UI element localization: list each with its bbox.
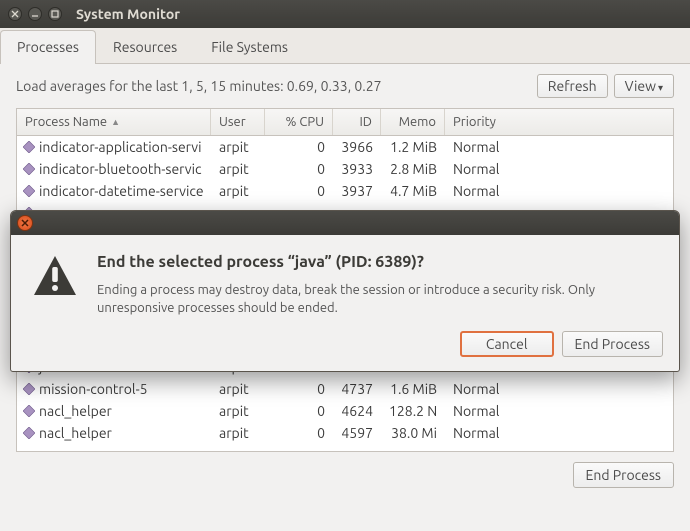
table-row[interactable]: nacl_helperarpit0459738.0 MiNormal xyxy=(17,422,673,444)
dialog-titlebar xyxy=(11,211,679,235)
cell-cpu: 0 xyxy=(265,137,333,157)
column-id[interactable]: ID xyxy=(333,109,381,135)
cell-id: 3966 xyxy=(333,137,381,157)
table-row[interactable]: indicator-bluetooth-servicarpit039332.8 … xyxy=(17,158,673,180)
table-row[interactable]: mission-control-5arpit047371.6 MiBNormal xyxy=(17,378,673,400)
dialog-heading: End the selected process “java” (PID: 63… xyxy=(97,253,659,271)
tab-processes[interactable]: Processes xyxy=(0,30,96,64)
table-header: Process Name▲ User % CPU ID Memo Priorit… xyxy=(17,109,673,136)
tab-resources[interactable]: Resources xyxy=(96,30,194,63)
warning-icon xyxy=(31,253,79,301)
cell-process-name: nacl_helper xyxy=(17,401,211,421)
cell-cpu: 0 xyxy=(265,379,333,399)
cell-id: 3937 xyxy=(333,181,381,201)
window-maximize-button[interactable] xyxy=(48,7,62,21)
cell-memory: 1.6 MiB xyxy=(381,379,445,399)
cell-process-name: indicator-application-servi xyxy=(17,137,211,157)
view-menu-button[interactable]: View▾ xyxy=(614,74,674,98)
cell-cpu: 0 xyxy=(265,401,333,421)
window-close-button[interactable] xyxy=(8,7,22,21)
cell-priority: Normal xyxy=(445,423,673,443)
cell-cpu: 0 xyxy=(265,423,333,443)
cell-id: 4597 xyxy=(333,423,381,443)
cell-memory: 4.7 MiB xyxy=(381,181,445,201)
cell-cpu: 0 xyxy=(265,181,333,201)
window-titlebar: System Monitor xyxy=(0,0,690,28)
dialog-text: End the selected process “java” (PID: 63… xyxy=(97,253,659,317)
tab-file-systems[interactable]: File Systems xyxy=(194,30,305,63)
column-priority[interactable]: Priority xyxy=(445,109,673,135)
column-memory[interactable]: Memo xyxy=(381,109,445,135)
load-averages-label: Load averages for the last 1, 5, 15 minu… xyxy=(16,78,381,94)
cell-priority: Normal xyxy=(445,159,673,179)
cell-process-name: nacl_helper xyxy=(17,423,211,443)
cell-user: arpit xyxy=(211,159,265,179)
cell-memory: 2.8 MiB xyxy=(381,159,445,179)
toolbar: Load averages for the last 1, 5, 15 minu… xyxy=(0,64,690,108)
tab-bar: ProcessesResourcesFile Systems xyxy=(0,28,690,64)
column-process-name[interactable]: Process Name▲ xyxy=(17,109,211,135)
end-process-button[interactable]: End Process xyxy=(573,462,674,488)
footer: End Process xyxy=(0,452,690,498)
cell-user: arpit xyxy=(211,181,265,201)
cell-process-name: indicator-datetime-service xyxy=(17,181,211,201)
cell-id: 3933 xyxy=(333,159,381,179)
dialog-close-button[interactable] xyxy=(17,215,33,231)
cell-user: arpit xyxy=(211,401,265,421)
table-row[interactable]: nacl_helperarpit04624128.2 NNormal xyxy=(17,400,673,422)
column-user[interactable]: User xyxy=(211,109,265,135)
cell-user: arpit xyxy=(211,423,265,443)
dialog-body-text: Ending a process may destroy data, break… xyxy=(97,281,659,317)
cell-memory: 1.2 MiB xyxy=(381,137,445,157)
dialog-cancel-button[interactable]: Cancel xyxy=(460,331,554,357)
cell-priority: Normal xyxy=(445,401,673,421)
cell-process-name: mission-control-5 xyxy=(17,379,211,399)
cell-priority: Normal xyxy=(445,181,673,201)
cell-id: 4737 xyxy=(333,379,381,399)
column-cpu[interactable]: % CPU xyxy=(265,109,333,135)
window-minimize-button[interactable] xyxy=(28,7,42,21)
cell-id: 4624 xyxy=(333,401,381,421)
view-label: View xyxy=(625,78,656,94)
cell-memory: 38.0 Mi xyxy=(381,423,445,443)
confirm-dialog: End the selected process “java” (PID: 63… xyxy=(10,210,680,372)
sort-ascending-icon: ▲ xyxy=(111,117,120,127)
cell-memory: 128.2 N xyxy=(381,401,445,421)
window-title: System Monitor xyxy=(76,6,180,22)
window-controls xyxy=(8,7,62,21)
dialog-confirm-button[interactable]: End Process xyxy=(562,331,663,357)
cell-user: arpit xyxy=(211,137,265,157)
cell-user: arpit xyxy=(211,379,265,399)
cell-process-name: indicator-bluetooth-servic xyxy=(17,159,211,179)
refresh-button[interactable]: Refresh xyxy=(537,74,608,98)
cell-priority: Normal xyxy=(445,137,673,157)
table-row[interactable]: indicator-datetime-servicearpit039374.7 … xyxy=(17,180,673,202)
table-row[interactable]: indicator-application-serviarpit039661.2… xyxy=(17,136,673,158)
cell-priority: Normal xyxy=(445,379,673,399)
cell-cpu: 0 xyxy=(265,159,333,179)
chevron-down-icon: ▾ xyxy=(658,82,663,93)
